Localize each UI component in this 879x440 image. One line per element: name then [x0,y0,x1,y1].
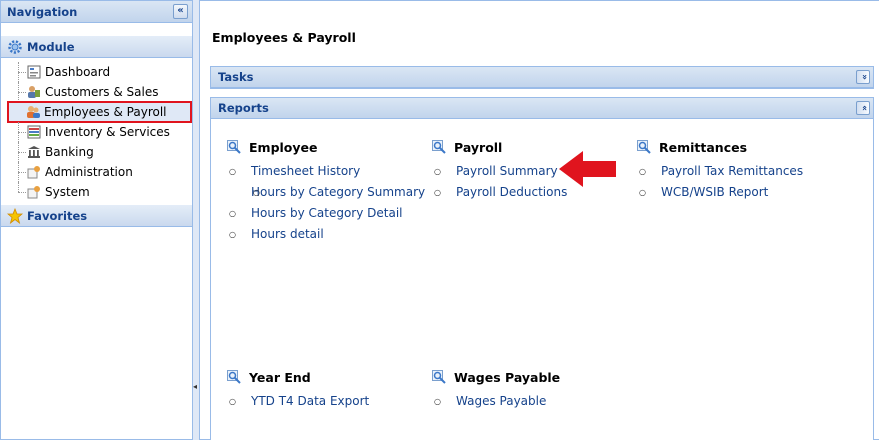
report-group-title: Remittances [659,139,748,155]
report-search-icon [432,140,446,154]
system-icon [27,186,40,199]
reports-panel: Reports « Employee Timesheet History Hou… [210,97,874,440]
module-label: Module [27,39,75,54]
report-group-remittances: Remittances Payroll Tax Remittances WCB/… [637,138,837,205]
splitter-arrow-icon: ◂ [193,382,198,391]
gear-icon [8,39,22,54]
report-link-hours-detail[interactable]: Hours detail [227,226,427,243]
report-link-hours-by-category-summary[interactable]: Hours by Category Summary [227,184,427,201]
nav-item-customers-sales[interactable]: Customers & Sales [1,82,192,102]
employees-icon [27,106,40,118]
nav-item-employees-payroll[interactable]: Employees & Payroll [7,101,192,123]
report-group-year-end: Year End YTD T4 Data Export [227,368,427,414]
report-group-title: Wages Payable [454,369,561,385]
expand-tasks-button[interactable]: » [856,70,870,84]
report-link-hours-by-category-detail[interactable]: Hours by Category Detail [227,205,427,222]
reports-header[interactable]: Reports « [211,98,873,119]
report-search-icon [432,370,446,384]
nav-item-inventory-services[interactable]: Inventory & Services [1,122,192,142]
dashboard-icon [27,65,41,79]
double-chevron-up-icon: « [859,105,869,111]
report-link-payroll-tax-remittances[interactable]: Payroll Tax Remittances [637,163,837,180]
red-arrow-annotation [559,151,616,187]
tasks-header[interactable]: Tasks » [211,67,873,88]
customers-icon [28,86,40,98]
nav-item-banking[interactable]: Banking [1,142,192,162]
report-group-title: Employee [249,139,318,155]
bank-icon [28,146,40,158]
report-link-ytd-t4-data-export[interactable]: YTD T4 Data Export [227,393,427,410]
report-link-timesheet-history[interactable]: Timesheet History [227,163,427,180]
module-group-header[interactable]: Module [1,35,192,58]
module-list: Dashboard Customers & Sales Employees & … [1,58,192,204]
report-search-icon [227,140,241,154]
inventory-icon [27,125,41,139]
report-search-icon [227,370,241,384]
favorites-label: Favorites [27,208,88,223]
main-panel: Employees & Payroll Tasks » Reports « Em… [199,0,879,440]
tasks-label: Tasks [218,70,254,84]
navigation-header: Navigation « [1,1,192,23]
tasks-panel: Tasks » [210,66,874,89]
report-group-employee: Employee Timesheet History Hours by Cate… [227,138,427,247]
star-icon [7,207,23,224]
nav-item-dashboard[interactable]: Dashboard [1,62,192,82]
nav-item-system[interactable]: System [1,182,192,202]
report-link-wages-payable[interactable]: Wages Payable [432,393,632,410]
report-group-title: Year End [249,369,311,385]
double-chevron-left-icon: « [177,5,184,16]
reports-label: Reports [218,101,269,115]
collapse-navigation-button[interactable]: « [173,4,188,19]
report-link-wcb-wsib-report[interactable]: WCB/WSIB Report [637,184,837,201]
report-group-title: Payroll [454,139,503,155]
administration-icon [27,166,40,179]
nav-item-administration[interactable]: Administration [1,162,192,182]
collapse-reports-button[interactable]: « [856,101,870,115]
navigation-panel: Navigation « Module Dashboard Customers … [0,0,193,440]
report-search-icon [637,140,651,154]
navigation-title: Navigation [7,4,78,19]
report-group-wages-payable: Wages Payable Wages Payable [432,368,632,414]
double-chevron-down-icon: » [859,74,869,80]
favorites-group-header[interactable]: Favorites [1,204,192,227]
page-title: Employees & Payroll [212,30,356,45]
